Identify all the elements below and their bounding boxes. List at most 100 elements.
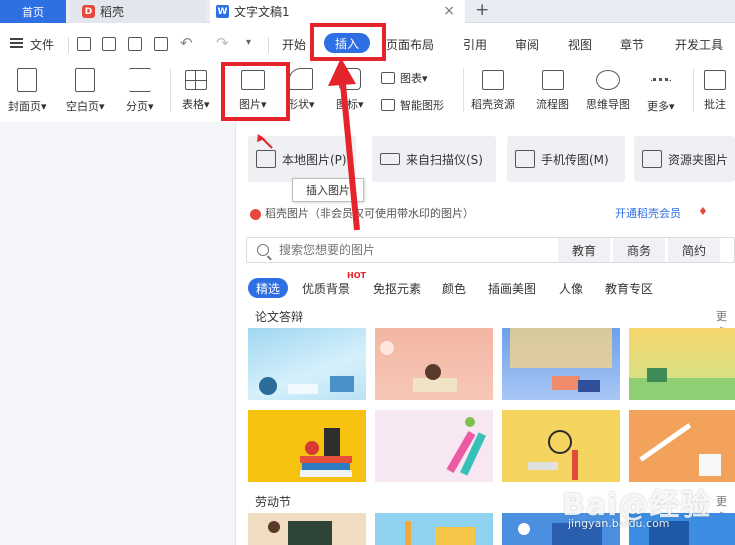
- filter-illustrations[interactable]: 插画美图: [488, 278, 536, 298]
- daoke-membership-link[interactable]: 开通稻壳会员: [615, 205, 681, 221]
- filter-quality-backgrounds[interactable]: 优质背景: [302, 278, 350, 298]
- daoke-resources-label: 稻壳资源: [471, 98, 515, 111]
- local-picture-icon: [256, 150, 276, 168]
- search-category-minimal[interactable]: 简约: [668, 238, 720, 262]
- search-icon: [257, 244, 269, 256]
- picture-search-input[interactable]: [279, 243, 549, 257]
- menu-start[interactable]: 开始: [282, 36, 306, 53]
- thumbnail-image[interactable]: [502, 328, 620, 400]
- scanner-button[interactable]: 来自扫描仪(S): [372, 136, 496, 182]
- export-pdf-icon[interactable]: [102, 37, 116, 51]
- thumbnail-art: [639, 423, 721, 476]
- resource-folder-button[interactable]: 资源夹图片: [634, 136, 735, 182]
- filter-education-zone[interactable]: 教育专区: [605, 278, 653, 298]
- divider: [268, 37, 269, 53]
- thumbnail-image[interactable]: [375, 410, 493, 482]
- comment-label: 批注: [704, 98, 726, 111]
- table-button[interactable]: 表格▾: [182, 60, 210, 112]
- menu-page-layout[interactable]: 页面布局: [386, 36, 434, 53]
- more-button[interactable]: 更多▾: [647, 60, 675, 114]
- thumbnail-image[interactable]: [248, 328, 366, 400]
- blank-page-label: 空白页: [66, 100, 99, 113]
- close-tab-icon[interactable]: ×: [443, 3, 455, 19]
- daoke-promo: 稻壳图片（非会员仅可使用带水印的图片） 开通稻壳会员 ♦: [250, 205, 735, 223]
- thumbnail-art: [510, 328, 612, 392]
- search-category-education[interactable]: 教育: [558, 238, 610, 262]
- filter-featured[interactable]: 精选: [248, 278, 289, 298]
- daoke-icon: [250, 208, 261, 220]
- section-title-thesis-defense: 论文答辩: [255, 310, 304, 324]
- shape-button[interactable]: 形状▾: [287, 60, 315, 112]
- phone-upload-button[interactable]: 手机传图(M): [507, 136, 625, 182]
- thumbnail-image[interactable]: [629, 328, 735, 400]
- new-tab-button[interactable]: +: [475, 0, 489, 21]
- cover-page-icon: [17, 68, 38, 92]
- tab-document[interactable]: W 文字文稿1 ×: [210, 0, 465, 23]
- insert-picture-tooltip: 插入图片: [292, 178, 364, 202]
- thumbnail-image[interactable]: [502, 410, 620, 482]
- shape-label: 形状: [287, 98, 309, 111]
- menu-developer[interactable]: 开发工具: [675, 36, 723, 53]
- mindmap-label: 思维导图: [586, 98, 630, 111]
- page-break-label: 分页: [126, 100, 148, 113]
- cover-page-label: 封面页: [8, 100, 41, 113]
- menu-review[interactable]: 审阅: [515, 36, 539, 53]
- document-logo-icon: W: [216, 5, 229, 18]
- icon-library-label: 图标: [336, 98, 358, 111]
- divider: [170, 68, 171, 112]
- save-icon[interactable]: [77, 37, 91, 51]
- thumbnail-art: [380, 341, 457, 392]
- thumbnail-image[interactable]: [375, 513, 493, 545]
- search-category-business[interactable]: 商务: [613, 238, 665, 262]
- divider: [68, 37, 69, 53]
- customize-quick-access-icon[interactable]: ▾: [246, 37, 251, 48]
- document-area[interactable]: [0, 122, 236, 545]
- menu-file[interactable]: 文件: [30, 36, 54, 53]
- chart-button[interactable]: 图表 ▾: [381, 70, 428, 86]
- tab-daoke-label: 稻壳: [100, 5, 125, 19]
- page-break-button[interactable]: 分页▾: [126, 60, 154, 114]
- hot-badge: HOT: [347, 271, 366, 280]
- smartart-label: 智能图形: [400, 99, 444, 112]
- undo-icon[interactable]: ↶: [180, 34, 193, 52]
- daoke-resources-icon: [482, 70, 504, 90]
- cover-page-button[interactable]: 封面页▾: [8, 60, 47, 114]
- flowchart-button[interactable]: 流程图: [536, 60, 569, 112]
- tab-daoke[interactable]: D 稻壳: [70, 0, 206, 23]
- shape-icon: [288, 68, 313, 90]
- filter-portraits[interactable]: 人像: [559, 278, 583, 298]
- comment-button[interactable]: 批注: [704, 60, 726, 112]
- thumbnail-image[interactable]: [629, 410, 735, 482]
- menu-view[interactable]: 视图: [568, 36, 592, 53]
- print-icon[interactable]: [128, 37, 142, 51]
- scanner-icon: [380, 153, 400, 165]
- thumbnail-art: [446, 417, 486, 476]
- icon-library-icon: [338, 68, 361, 90]
- local-picture-label: 本地图片(P): [282, 152, 347, 167]
- baidu-jingyan-url: jingyan.baidu.com: [568, 517, 670, 530]
- print-preview-icon[interactable]: [154, 37, 168, 51]
- mindmap-button[interactable]: 思维导图: [586, 60, 630, 112]
- filter-color[interactable]: 颜色: [442, 278, 466, 298]
- menu-references[interactable]: 引用: [463, 36, 487, 53]
- menu-section[interactable]: 章节: [620, 36, 644, 53]
- thumbnail-art: [629, 368, 735, 400]
- insert-highlight-box: [310, 23, 386, 61]
- thumbnail-image[interactable]: [375, 328, 493, 400]
- thumbnail-image[interactable]: [248, 410, 366, 482]
- tab-home[interactable]: 首页: [0, 0, 66, 23]
- tab-bar: 首页 D 稻壳 W 文字文稿1 × +: [0, 0, 735, 23]
- icon-library-button[interactable]: 图标▾: [336, 60, 364, 112]
- thumbnail-image[interactable]: [248, 513, 366, 545]
- phone-upload-label: 手机传图(M): [541, 152, 609, 167]
- hamburger-icon[interactable]: [10, 38, 23, 48]
- tab-home-label: 首页: [22, 5, 44, 19]
- daoke-resources-button[interactable]: 稻壳资源: [471, 60, 515, 112]
- thumbnail-art: [259, 376, 354, 395]
- blank-page-button[interactable]: 空白页▾: [66, 60, 105, 114]
- page-break-icon: [128, 68, 151, 92]
- filter-cutout-elements[interactable]: 免抠元素: [373, 278, 421, 298]
- smartart-button[interactable]: 智能图形: [381, 97, 444, 113]
- local-picture-button[interactable]: 本地图片(P): [248, 136, 356, 182]
- redo-icon[interactable]: ↷: [216, 34, 229, 52]
